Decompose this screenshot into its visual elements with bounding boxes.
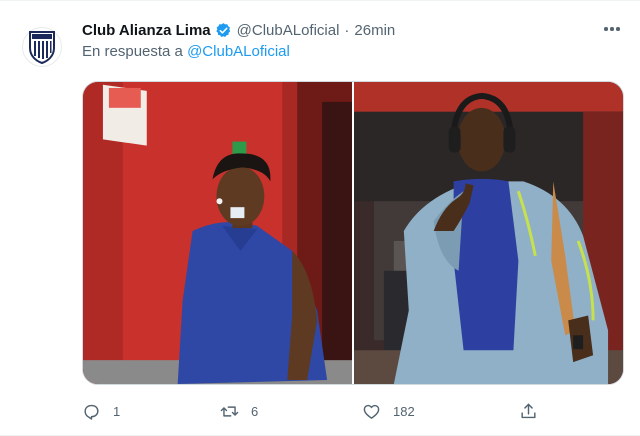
like-button[interactable]: 182: [362, 397, 415, 425]
share-icon: [521, 403, 536, 418]
author-name[interactable]: Club Alianza Lima: [82, 22, 211, 39]
reply-prefix: En respuesta a: [82, 43, 183, 60]
reply-to-link[interactable]: @ClubALoficial: [187, 43, 290, 60]
reply-icon: [84, 404, 99, 420]
tweet-header: Club Alianza Lima @ClubALoficial · 26min: [82, 19, 395, 41]
header-separator: ·: [344, 21, 350, 39]
verified-badge-icon: [215, 22, 232, 39]
author-avatar[interactable]: [22, 27, 62, 67]
retweet-count: 6: [251, 403, 259, 419]
retweet-icon: [220, 405, 239, 417]
photo-player-right[interactable]: [354, 82, 623, 384]
like-icon: [363, 404, 380, 419]
reply-button[interactable]: 1: [82, 397, 120, 425]
tweet-actions: 1 6 182: [82, 397, 624, 425]
tweet-timestamp[interactable]: 26min: [354, 22, 395, 39]
reply-count: 1: [113, 403, 121, 419]
retweet-button[interactable]: 6: [220, 397, 258, 425]
photo-player-left[interactable]: [83, 82, 352, 384]
like-count: 182: [393, 403, 415, 419]
author-handle[interactable]: @ClubALoficial: [237, 22, 340, 39]
tweet-card[interactable]: Club Alianza Lima @ClubALoficial · 26min…: [0, 0, 640, 436]
media-grid: [82, 81, 624, 385]
reply-context: En respuesta a @ClubALoficial: [82, 43, 290, 60]
share-button[interactable]: [519, 397, 538, 425]
more-icon[interactable]: [600, 17, 624, 41]
club-crest-icon: [29, 31, 55, 64]
